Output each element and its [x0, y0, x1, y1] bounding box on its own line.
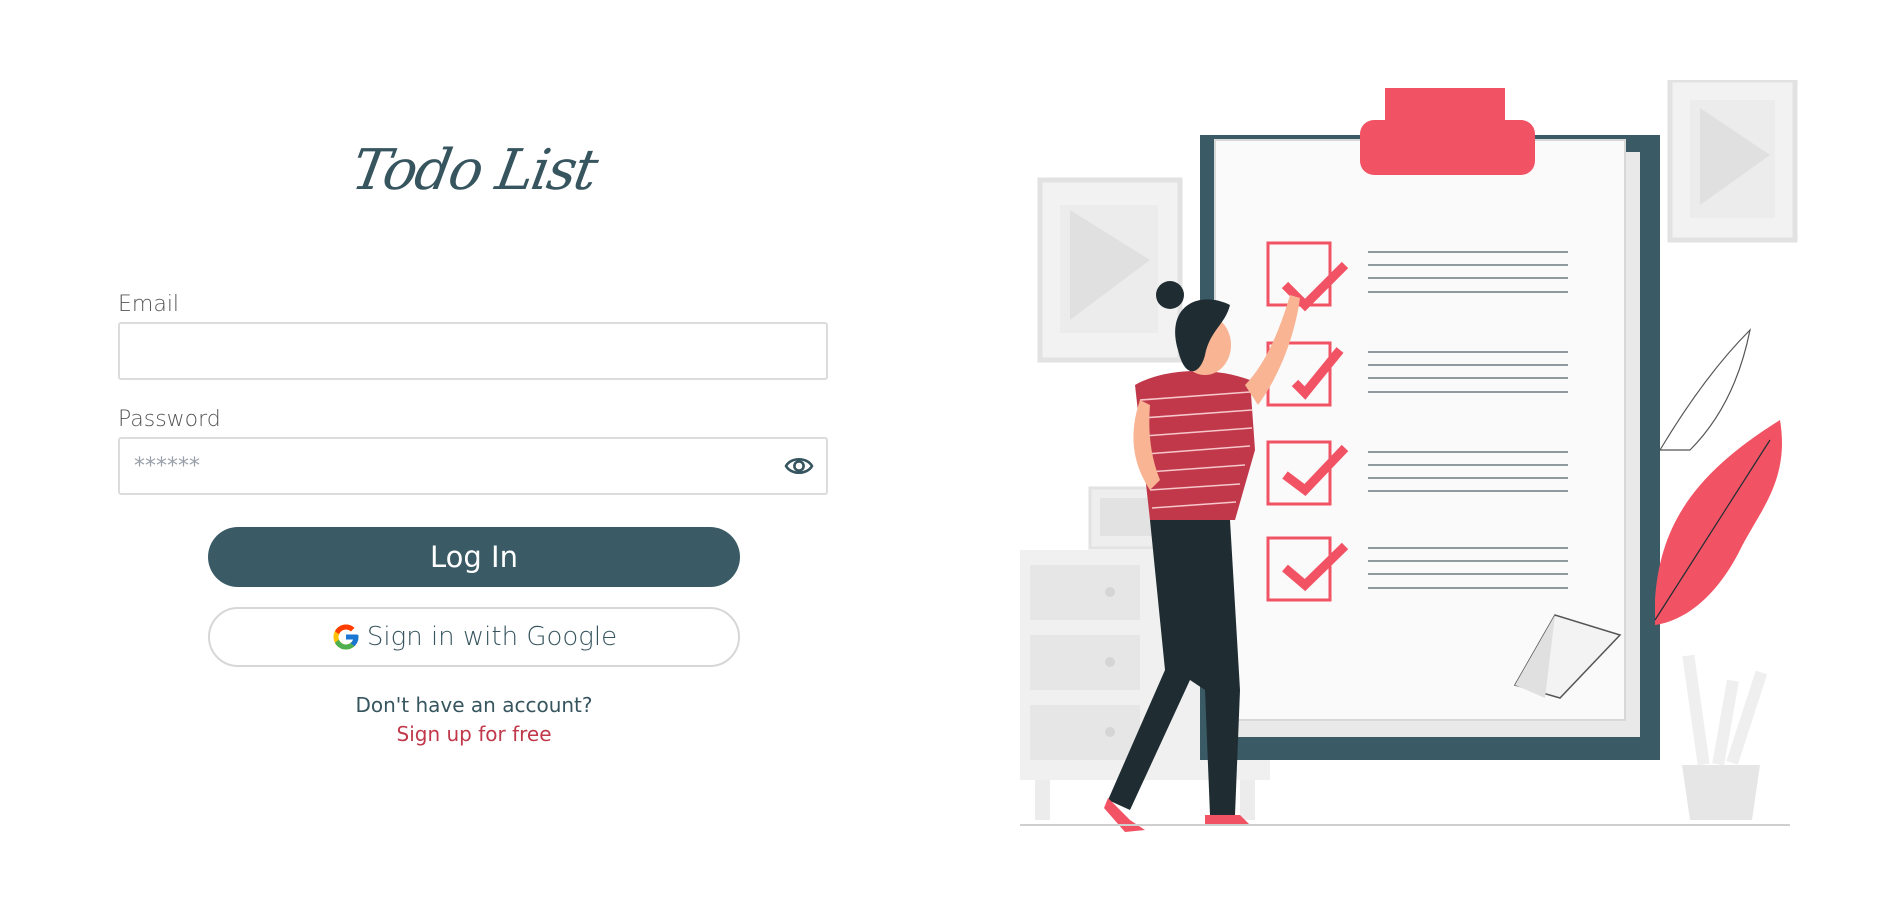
clipboard — [1200, 88, 1660, 760]
frame-left — [1037, 177, 1183, 363]
google-signin-button[interactable]: Sign in with Google — [208, 607, 740, 667]
todo-illustration — [1020, 80, 1798, 832]
app-title: Todo List — [347, 138, 601, 203]
login-button-label: Log In — [430, 540, 518, 574]
login-button[interactable]: Log In — [208, 527, 740, 587]
login-panel: Todo List Email Password Log In Sign in … — [118, 0, 830, 911]
email-field[interactable] — [120, 324, 748, 378]
plant — [1654, 328, 1782, 820]
no-account-text: Don't have an account? — [355, 693, 593, 717]
password-field[interactable] — [120, 439, 748, 493]
google-signin-label: Sign in with Google — [366, 622, 618, 652]
google-g-icon — [331, 622, 361, 652]
frame-right — [1667, 80, 1798, 243]
signup-link[interactable]: Sign up for free — [118, 722, 830, 746]
password-field-box — [118, 437, 828, 495]
eye-icon[interactable] — [784, 452, 814, 480]
email-label: Email — [118, 292, 180, 317]
email-field-box — [118, 322, 828, 380]
password-label: Password — [118, 407, 221, 432]
